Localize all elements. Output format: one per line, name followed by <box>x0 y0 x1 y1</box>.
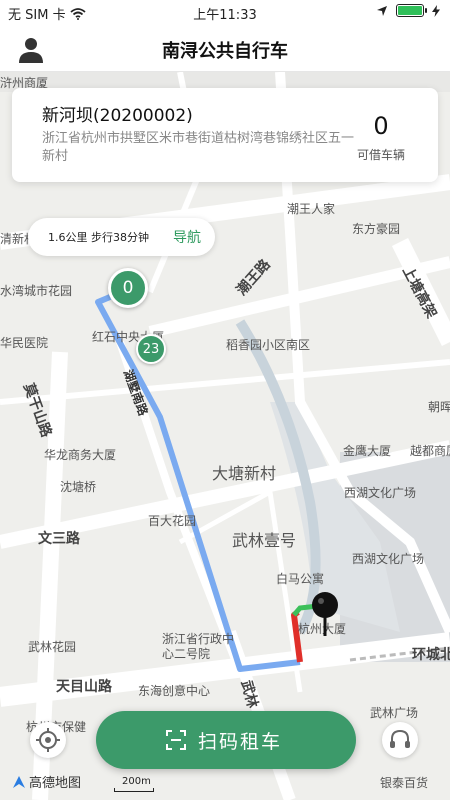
map-label: 稻香园小区南区 <box>226 338 311 352</box>
map-label: 朝晖 <box>428 400 450 414</box>
map-label: 华龙商务大厦 <box>44 448 117 462</box>
map-label: 越都商厦 <box>410 444 450 458</box>
map-label: 东方豪园 <box>352 222 401 236</box>
station-address: 浙江省杭州市拱墅区米市巷街道枯树湾巷锦绣社区五一新村 <box>42 131 355 164</box>
station-card[interactable]: 新河坝(20200002) 浙江省杭州市拱墅区米市巷街道枯树湾巷锦绣社区五一新村… <box>12 88 438 182</box>
map-label: 西湖文化广场 <box>344 486 417 500</box>
map-scale-label: 200m <box>122 776 151 787</box>
map-label: 金鹰大厦 <box>343 444 392 458</box>
scan-rent-button[interactable]: 扫码租车 <box>96 711 356 769</box>
locate-icon <box>36 728 60 752</box>
amap-logo-text: 高德地图 <box>29 776 82 791</box>
bike-count-label: 可借车辆 <box>356 148 405 162</box>
customer-service-button[interactable] <box>382 722 418 758</box>
map-label: 武林花园 <box>28 640 77 654</box>
route-info-pill: 1.6公里 步行38分钟 导航 <box>28 218 215 256</box>
location-arrow-icon <box>377 5 387 16</box>
map-road-label: 天目山路 <box>56 679 112 695</box>
page-title: 南浔公共自行车 <box>162 41 288 62</box>
map-label: 武林广场 <box>370 706 419 720</box>
status-bar: 无 SIM 卡 上午11:33 <box>0 0 450 26</box>
map-label: 东海创意中心 <box>138 684 211 698</box>
map-label: 潮王人家 <box>287 202 336 216</box>
amap-logo-icon <box>13 775 25 788</box>
map-scale-line <box>114 788 154 792</box>
map-label: 西湖文化广场 <box>352 552 425 566</box>
scan-icon <box>166 730 186 750</box>
map-label: 武林壹号 <box>232 531 297 550</box>
cluster-marker[interactable]: 23 <box>136 334 166 364</box>
map-label: 大塘新村 <box>212 464 277 483</box>
locate-button[interactable] <box>30 722 66 758</box>
amap-logo: 高德地图 <box>12 772 81 791</box>
map-label: 水湾城市花园 <box>0 284 73 298</box>
map-road-label: 环城北 <box>412 647 450 663</box>
scan-rent-label: 扫码租车 <box>198 731 283 753</box>
map-label: 浙江省行政中心二号院 <box>162 632 235 661</box>
route-distance-time: 1.6公里 步行38分钟 <box>48 231 149 244</box>
navigate-button[interactable]: 导航 <box>173 227 201 247</box>
map-road-label: 文三路 <box>38 531 80 547</box>
map-label: 百大花园 <box>148 514 197 528</box>
headset-icon <box>390 729 410 748</box>
station-name: 新河坝(20200002) <box>42 106 193 126</box>
station-marker-count: 0 <box>108 268 148 308</box>
bike-count: 0 <box>373 112 389 140</box>
destination-pin-icon <box>308 590 342 638</box>
map-label: 白马公寓 <box>276 572 325 586</box>
status-right <box>376 4 440 17</box>
nav-bar: 南浔公共自行车 <box>0 26 450 72</box>
map-label: 银泰百货 <box>380 776 429 790</box>
charging-icon <box>432 4 440 17</box>
map-label: 沈塘桥 <box>60 480 97 494</box>
battery-icon <box>396 4 427 17</box>
station-marker[interactable]: 0 <box>108 268 148 314</box>
map-label: 华民医院 <box>0 336 49 350</box>
